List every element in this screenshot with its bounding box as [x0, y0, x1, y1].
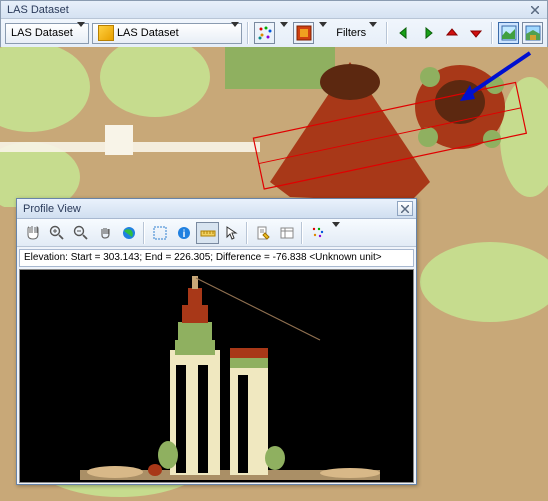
- las-dataset-toolbar: LAS Dataset LAS Dataset LAS Dataset Filt…: [0, 0, 548, 48]
- point-symbology-button[interactable]: [306, 222, 329, 244]
- nav-forward-button[interactable]: [417, 22, 438, 44]
- elevation-start-value: 303.143: [103, 252, 139, 263]
- elevation-end-value: 226.305: [174, 252, 210, 263]
- chevron-down-icon: [77, 27, 85, 39]
- layer-selector-label: LAS Dataset: [117, 27, 231, 39]
- 3d-view-button[interactable]: [522, 22, 543, 44]
- separator: [143, 222, 145, 244]
- status-label: ; End =: [139, 252, 174, 263]
- separator: [247, 22, 249, 44]
- chevron-down-icon[interactable]: [330, 227, 342, 239]
- profile-toolbar: i: [17, 219, 416, 247]
- identify-button[interactable]: i: [172, 222, 195, 244]
- layer-selector[interactable]: LAS Dataset: [92, 23, 242, 44]
- toolbar-title: LAS Dataset: [7, 4, 69, 16]
- nav-up-button[interactable]: [441, 22, 462, 44]
- separator: [246, 222, 248, 244]
- attribute-button[interactable]: [275, 222, 298, 244]
- las-dataset-menu[interactable]: LAS Dataset: [5, 23, 89, 44]
- separator: [301, 222, 303, 244]
- status-label: Elevation: Start =: [24, 252, 103, 263]
- status-label: ; Difference =: [210, 252, 272, 263]
- full-extent-button[interactable]: [117, 222, 140, 244]
- nav-back-button[interactable]: [393, 22, 414, 44]
- layer-icon: [98, 25, 114, 41]
- profile-titlebar[interactable]: Profile View: [17, 199, 416, 219]
- pan-tool-button[interactable]: [21, 222, 44, 244]
- svg-text:i: i: [182, 229, 185, 240]
- profile-view-button[interactable]: [498, 22, 519, 44]
- toolbar-titlebar: LAS Dataset: [1, 1, 547, 19]
- pick-tool-button[interactable]: [220, 222, 243, 244]
- nav-down-button[interactable]: [465, 22, 486, 44]
- separator: [386, 22, 388, 44]
- chevron-down-icon: [369, 27, 377, 39]
- points-symbology-button[interactable]: [254, 22, 275, 44]
- measure-button[interactable]: [196, 222, 219, 244]
- chevron-down-icon: [231, 27, 239, 39]
- pan-hand-button[interactable]: [93, 222, 116, 244]
- surface-symbology-button[interactable]: [293, 22, 314, 44]
- profile-status-bar: Elevation: Start = 303.143; End = 226.30…: [19, 249, 414, 267]
- zoom-out-button[interactable]: [69, 222, 92, 244]
- las-dataset-menu-label: LAS Dataset: [11, 27, 73, 39]
- profile-view-window: Profile View i Elevation: Start = 303.14…: [16, 198, 417, 485]
- chevron-down-icon[interactable]: [278, 27, 290, 39]
- status-label: <Unknown unit>: [307, 252, 382, 263]
- chevron-down-icon[interactable]: [317, 27, 329, 39]
- zoom-in-button[interactable]: [45, 222, 68, 244]
- select-tool-button[interactable]: [148, 222, 171, 244]
- profile-title: Profile View: [23, 203, 81, 215]
- close-icon[interactable]: [528, 3, 541, 16]
- edit-classification-button[interactable]: [251, 222, 274, 244]
- filters-label: Filters: [336, 27, 366, 39]
- filters-menu[interactable]: Filters: [332, 27, 381, 39]
- close-icon[interactable]: [397, 201, 413, 216]
- toolbar-body: LAS Dataset LAS Dataset Filters: [1, 19, 547, 47]
- profile-canvas[interactable]: [19, 269, 414, 483]
- elevation-diff-value: -76.838: [273, 252, 307, 263]
- separator: [491, 22, 493, 44]
